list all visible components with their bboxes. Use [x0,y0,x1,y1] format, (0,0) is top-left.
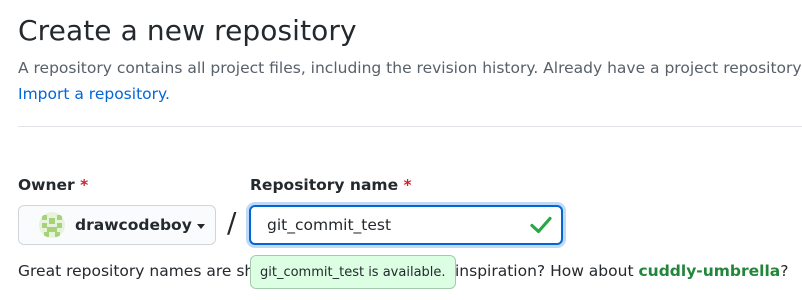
divider [18,126,802,127]
availability-tooltip: git_commit_test is available. [250,255,456,289]
hint-right-text: inspiration? How about [455,262,639,280]
check-icon [530,216,552,234]
owner-required-mark: * [80,176,89,194]
repository-name-label-text: Repository name [250,176,399,194]
suggested-name-link[interactable]: cuddly-umbrella [638,262,780,280]
owner-label-text: Owner [18,176,75,194]
import-repository-link[interactable]: Import a repository. [18,85,170,103]
repository-name-required-mark: * [403,176,412,194]
owner-repo-separator: / [227,206,237,239]
owner-label: Owner * [18,176,88,194]
repository-name-hint-right: inspiration? How about cuddly-umbrella? [455,262,789,280]
new-repository-page: Create a new repository A repository con… [0,0,802,300]
owner-dropdown-button[interactable]: drawcodeboy [18,205,216,245]
page-title: Create a new repository [18,14,357,47]
repository-name-hint-left: Great repository names are sh [18,262,255,280]
repository-name-label: Repository name * [250,176,412,194]
repository-name-input[interactable] [249,205,563,245]
owner-name: drawcodeboy [75,216,192,234]
caret-down-icon [196,223,205,229]
page-subtitle: A repository contains all project files,… [18,59,802,77]
hint-suffix: ? [780,262,789,280]
identicon-avatar [39,212,65,238]
